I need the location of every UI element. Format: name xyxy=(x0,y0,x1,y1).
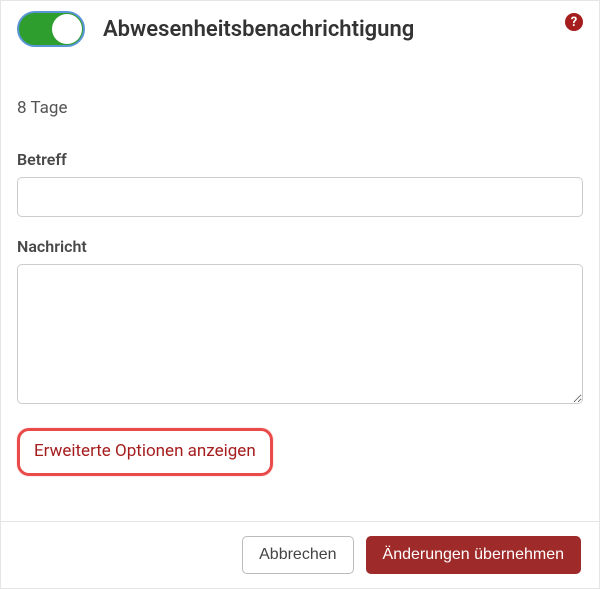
dialog-container: Abwesenheitsbenachrichtigung ? 8 Tage Be… xyxy=(0,0,600,589)
enable-toggle[interactable] xyxy=(17,11,85,47)
dialog-title: Abwesenheitsbenachrichtigung xyxy=(103,17,414,42)
save-button[interactable]: Änderungen übernehmen xyxy=(366,536,581,574)
message-textarea[interactable] xyxy=(17,264,583,404)
duration-text: 8 Tage xyxy=(17,98,583,118)
subject-label: Betreff xyxy=(17,150,583,169)
dialog-body: 8 Tage Betreff Nachricht Erweiterte Opti… xyxy=(1,67,599,521)
scroll-area[interactable]: 8 Tage Betreff Nachricht Erweiterte Opti… xyxy=(1,67,599,521)
dialog-footer: Abbrechen Änderungen übernehmen xyxy=(1,521,599,588)
advanced-options-link[interactable]: Erweiterte Optionen anzeigen xyxy=(34,441,256,461)
toggle-knob xyxy=(52,14,82,44)
cancel-button[interactable]: Abbrechen xyxy=(242,536,353,574)
advanced-options-highlight: Erweiterte Optionen anzeigen xyxy=(17,428,273,476)
help-icon[interactable]: ? xyxy=(565,13,583,31)
message-label: Nachricht xyxy=(17,237,583,256)
subject-input[interactable] xyxy=(17,177,583,217)
dialog-header: Abwesenheitsbenachrichtigung ? xyxy=(1,1,599,67)
